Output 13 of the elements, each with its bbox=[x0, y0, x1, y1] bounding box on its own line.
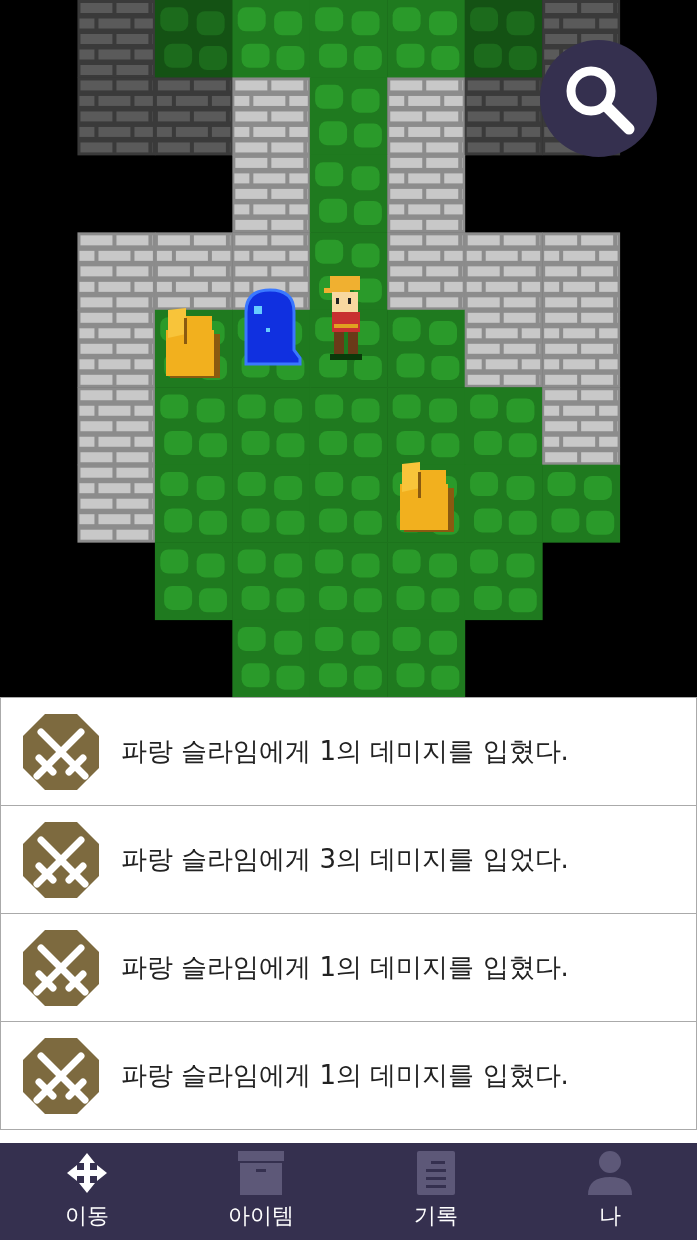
log-message: 파랑 슬라임에게 1의 데미지를 입혔다. bbox=[121, 1059, 569, 1092]
crossed-swords-icon bbox=[21, 1035, 101, 1116]
log-message: 파랑 슬라임에게 1의 데미지를 입혔다. bbox=[121, 735, 569, 768]
crossed-swords-icon bbox=[21, 711, 101, 792]
storage-box-icon bbox=[238, 1151, 285, 1195]
log-message: 파랑 슬라임에게 1의 데미지를 입혔다. bbox=[121, 951, 569, 984]
log-message: 파랑 슬라임에게 3의 데미지를 입었다. bbox=[121, 843, 569, 876]
chest-icon[interactable] bbox=[398, 462, 456, 534]
person-icon bbox=[587, 1151, 632, 1195]
crossed-swords-icon bbox=[21, 819, 101, 900]
crossed-swords-icon bbox=[21, 927, 101, 1008]
chest-icon[interactable] bbox=[164, 308, 222, 380]
document-icon bbox=[416, 1151, 455, 1195]
